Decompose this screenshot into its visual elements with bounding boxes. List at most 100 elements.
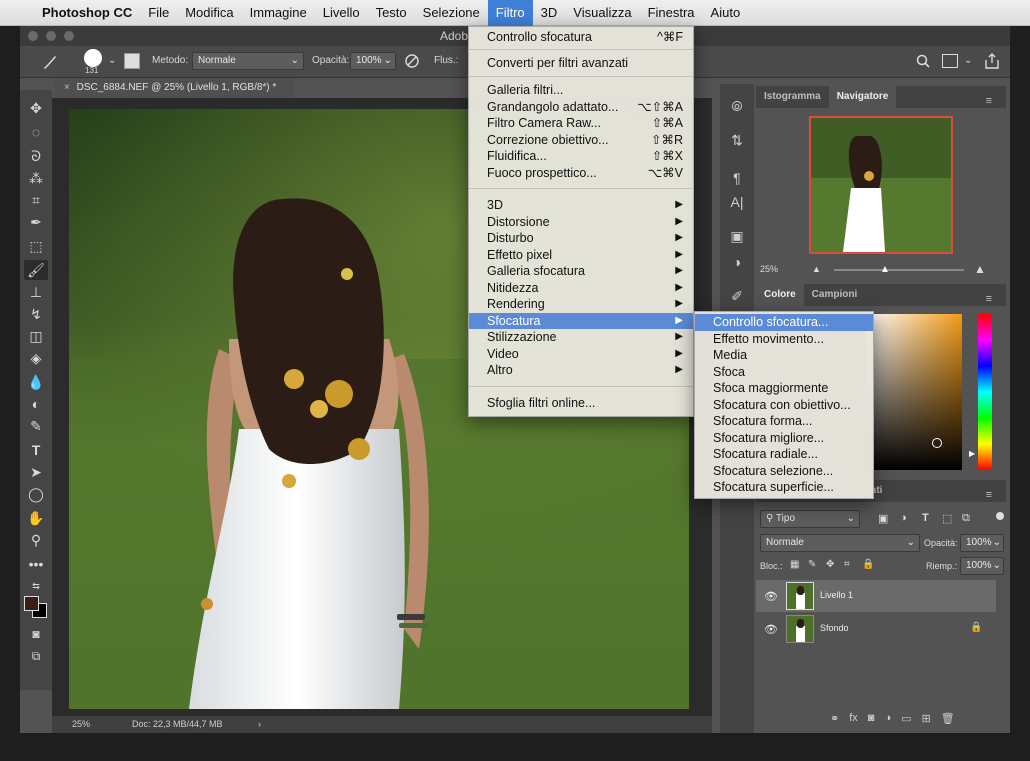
zoom-window-button[interactable]	[64, 31, 74, 41]
menu-item-video[interactable]: Video ▶	[469, 346, 693, 363]
eyedropper-tool-icon[interactable]: ✒	[24, 212, 48, 232]
lock-artboard-icon[interactable]: ⌗	[844, 559, 850, 570]
menu-testo[interactable]: Testo	[368, 0, 415, 26]
menu-item-camera-raw[interactable]: Filtro Camera Raw... ⇧⌘A	[469, 115, 693, 132]
layer-comps-icon[interactable]: ▣	[727, 226, 747, 246]
navigator-menu-icon[interactable]: ≡	[978, 90, 1000, 112]
type-tool-icon[interactable]: T	[24, 440, 48, 460]
workspace-icon[interactable]	[942, 54, 958, 68]
link-layers-icon[interactable]: ⚭	[830, 712, 839, 725]
status-zoom[interactable]: 25%	[72, 719, 90, 729]
submenu-item-sfocatura-radiale[interactable]: Sfocatura radiale...	[695, 446, 873, 463]
screen-mode-icon[interactable]: ⧉	[24, 646, 48, 666]
minimize-window-button[interactable]	[46, 31, 56, 41]
menu-livello[interactable]: Livello	[315, 0, 368, 26]
new-adjustment-icon[interactable]: ◑	[884, 712, 891, 725]
pressure-opacity-icon[interactable]	[404, 53, 420, 69]
lasso-tool-icon[interactable]: ᘐ	[24, 146, 48, 166]
submenu-item-controllo-sfocatura[interactable]: Controllo sfocatura...	[695, 314, 873, 331]
search-icon[interactable]	[916, 54, 930, 68]
menu-file[interactable]: File	[140, 0, 177, 26]
filter-type-icon[interactable]: T	[922, 512, 929, 524]
lock-all-icon[interactable]: 🔒	[862, 559, 874, 570]
color-picker-cursor[interactable]	[932, 438, 942, 448]
menu-3d[interactable]: 3D	[533, 0, 566, 26]
menu-modifica[interactable]: Modifica	[177, 0, 241, 26]
add-mask-icon[interactable]: ◙	[868, 712, 875, 725]
zoom-in-icon[interactable]: ▲	[974, 262, 986, 276]
move-tool-icon[interactable]: ✥	[24, 98, 48, 118]
lock-image-icon[interactable]: ✎	[808, 559, 816, 570]
menu-item-correzione-obiettivo[interactable]: Correzione obiettivo... ⇧⌘R	[469, 132, 693, 149]
filter-smart-object-icon[interactable]: ⧉	[962, 512, 970, 525]
menu-item-controllo-sfocatura[interactable]: Controllo sfocatura ^⌘F	[469, 29, 693, 46]
menu-finestra[interactable]: Finestra	[640, 0, 703, 26]
layer-filter-select[interactable]: ⚲ Tipo ⌄	[760, 510, 860, 528]
layers-menu-icon[interactable]: ≡	[978, 484, 1000, 506]
menu-aiuto[interactable]: Aiuto	[703, 0, 749, 26]
menu-item-galleria-filtri[interactable]: Galleria filtri...	[469, 82, 693, 99]
paragraph-icon[interactable]: ¶	[727, 168, 747, 188]
new-layer-icon[interactable]: ⊞	[922, 712, 931, 725]
layer-row[interactable]: 👁 Sfondo 🔒	[756, 613, 996, 645]
brush-preset-dropdown-icon[interactable]: ⌄	[108, 55, 116, 66]
pen-tool-icon[interactable]: ✎	[24, 416, 48, 436]
share-icon[interactable]	[984, 52, 1000, 70]
filter-shape-icon[interactable]: ⬚	[942, 512, 952, 525]
swap-colors-icon[interactable]: ⇆	[24, 576, 48, 596]
menu-item-3d[interactable]: 3D ▶	[469, 197, 693, 214]
lock-position-icon[interactable]: ✥	[826, 559, 834, 570]
tab-navigatore[interactable]: Navigatore	[828, 86, 897, 108]
patch-tool-icon[interactable]: ⬚	[24, 236, 48, 256]
document-tab-close-icon[interactable]: ×	[64, 82, 70, 93]
brush-tool-icon-active[interactable]: 🖌	[24, 260, 48, 280]
menu-app[interactable]: Photoshop CC	[34, 0, 140, 26]
stamp-tool-icon[interactable]: ⊥	[24, 282, 48, 302]
layer-name[interactable]: Sfondo	[820, 623, 849, 633]
adjust-icon[interactable]: ⇅	[727, 130, 747, 150]
menu-item-effetto-pixel[interactable]: Effetto pixel ▶	[469, 247, 693, 264]
color-picker-field[interactable]	[866, 314, 962, 470]
foreground-color-swatch[interactable]	[24, 596, 39, 611]
menu-item-galleria-sfocatura[interactable]: Galleria sfocatura ▶	[469, 263, 693, 280]
zoom-tool-icon[interactable]: ⚲	[24, 530, 48, 550]
eye-visibility-icon[interactable]: 👁	[764, 623, 778, 636]
eye-visibility-icon[interactable]: 👁	[764, 590, 778, 603]
magic-wand-tool-icon[interactable]: ⁂	[24, 168, 48, 188]
document-tab[interactable]: × DSC_6884.NEF @ 25% (Livello 1, RGB/8*)…	[54, 78, 294, 98]
bucket-tool-icon[interactable]: ◈	[24, 348, 48, 368]
layer-name[interactable]: Livello 1	[820, 590, 853, 600]
workspace-dropdown-icon[interactable]: ⌄	[964, 55, 972, 66]
more-tools-icon[interactable]: •••	[24, 554, 48, 574]
menu-immagine[interactable]: Immagine	[242, 0, 315, 26]
filter-toggle-icon[interactable]	[996, 512, 1004, 520]
menu-item-sfocatura[interactable]: Sfocatura ▶	[469, 312, 693, 329]
tab-istogramma[interactable]: Istogramma	[756, 86, 829, 108]
ellipse-tool-icon[interactable]: ◯	[24, 484, 48, 504]
hand-tool-icon[interactable]: ✋	[24, 508, 48, 528]
quick-mask-icon[interactable]: ◙	[24, 624, 48, 644]
brush-tool-icon[interactable]	[40, 52, 60, 72]
layer-row[interactable]: 👁 Livello 1	[756, 580, 996, 612]
filter-pixel-icon[interactable]: ▣	[878, 512, 888, 525]
menu-item-stilizzazione[interactable]: Stilizzazione ▶	[469, 329, 693, 346]
hue-slider[interactable]	[978, 314, 992, 470]
navigator-thumbnail[interactable]	[809, 116, 953, 254]
brush-panel-icon[interactable]	[124, 53, 140, 69]
tab-colore[interactable]: Colore	[756, 284, 804, 306]
fill-input[interactable]: 100% ⌄	[960, 557, 1004, 575]
metodo-select[interactable]: Normale ⌄	[192, 52, 304, 70]
brush-settings-icon[interactable]: ✐	[727, 286, 747, 306]
menu-item-altro[interactable]: Altro ▶	[469, 362, 693, 379]
menu-item-distorsione[interactable]: Distorsione ▶	[469, 214, 693, 231]
zoom-out-icon[interactable]: ▲	[812, 264, 821, 274]
submenu-item-sfoca-maggiormente[interactable]: Sfoca maggiormente	[695, 380, 873, 397]
status-arrow-icon[interactable]: ›	[258, 719, 261, 729]
menu-selezione[interactable]: Selezione	[415, 0, 488, 26]
navigator-zoom-slider[interactable]	[834, 269, 964, 271]
menu-item-fluidifica[interactable]: Fluidifica... ⇧⌘X	[469, 148, 693, 165]
blur-tool-icon[interactable]: 💧	[24, 372, 48, 392]
menu-item-nitidezza[interactable]: Nitidezza ▶	[469, 280, 693, 297]
color-menu-icon[interactable]: ≡	[978, 288, 1000, 310]
submenu-item-sfocatura-forma[interactable]: Sfocatura forma...	[695, 413, 873, 430]
